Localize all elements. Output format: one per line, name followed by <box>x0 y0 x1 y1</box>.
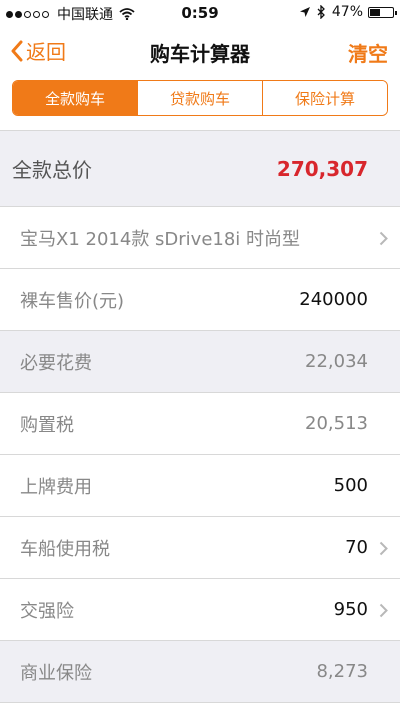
battery-icon <box>368 6 397 18</box>
plate-fee-row[interactable]: 上牌费用 500 <box>0 455 400 517</box>
car-model-label: 宝马X1 2014款 sDrive18i 时尚型 <box>20 228 301 250</box>
necessary-cost-label: 必要花费 <box>20 352 92 374</box>
chevron-right-icon <box>379 541 388 556</box>
tab-full-payment[interactable]: 全款购车 <box>13 81 137 115</box>
bare-price-row[interactable]: 裸车售价(元) 240000 <box>0 269 400 331</box>
total-price-label: 全款总价 <box>12 158 92 182</box>
chevron-right-icon <box>379 231 388 246</box>
commercial-insurance-label: 商业保险 <box>20 662 92 684</box>
total-price-value: 270,307 <box>276 156 368 181</box>
vehicle-tax-row[interactable]: 车船使用税 70 <box>0 517 400 579</box>
clear-button[interactable]: 清空 <box>348 38 388 67</box>
cost-list: 全款总价 270,307 宝马X1 2014款 sDrive18i 时尚型 裸车… <box>0 130 400 703</box>
vehicle-tax-label: 车船使用税 <box>20 538 110 560</box>
plate-fee-label: 上牌费用 <box>20 476 92 498</box>
purchase-tax-row: 购置税 20,513 <box>0 393 400 455</box>
car-model-row[interactable]: 宝马X1 2014款 sDrive18i 时尚型 <box>0 207 400 269</box>
battery-fill <box>370 8 380 16</box>
commercial-insurance-row: 商业保险 8,273 <box>0 641 400 703</box>
chevron-right-icon <box>379 603 388 618</box>
status-bar: 中国联通 0:59 47% <box>0 0 400 26</box>
compulsory-insurance-value: 950 <box>333 599 368 620</box>
bluetooth-icon <box>317 5 325 19</box>
purchase-tax-value: 20,513 <box>305 413 368 434</box>
tab-loan[interactable]: 贷款购车 <box>137 81 262 115</box>
compulsory-insurance-label: 交强险 <box>20 600 74 622</box>
back-label: 返回 <box>26 40 66 64</box>
back-button[interactable]: 返回 <box>10 36 66 65</box>
vehicle-tax-value: 70 <box>345 537 368 558</box>
bare-price-label: 裸车售价(元) <box>20 290 125 312</box>
compulsory-insurance-row[interactable]: 交强险 950 <box>0 579 400 641</box>
calculator-mode-tabs: 全款购车 贷款购车 保险计算 <box>12 80 388 116</box>
bare-price-input[interactable]: 240000 <box>299 289 368 310</box>
necessary-cost-row: 必要花费 22,034 <box>0 331 400 393</box>
location-arrow-icon <box>299 7 310 17</box>
tab-insurance[interactable]: 保险计算 <box>262 81 387 115</box>
plate-fee-input[interactable]: 500 <box>334 475 368 496</box>
purchase-tax-label: 购置税 <box>20 414 74 436</box>
necessary-cost-value: 22,034 <box>305 351 368 372</box>
commercial-insurance-value: 8,273 <box>316 661 368 682</box>
chevron-left-icon <box>11 40 23 61</box>
total-price-row: 全款总价 270,307 <box>0 131 400 207</box>
battery-tip <box>395 10 397 15</box>
battery-percent: 47% <box>331 4 363 20</box>
navigation-bar: 返回 购车计算器 清空 <box>0 26 400 74</box>
status-right: 47% <box>299 4 397 20</box>
